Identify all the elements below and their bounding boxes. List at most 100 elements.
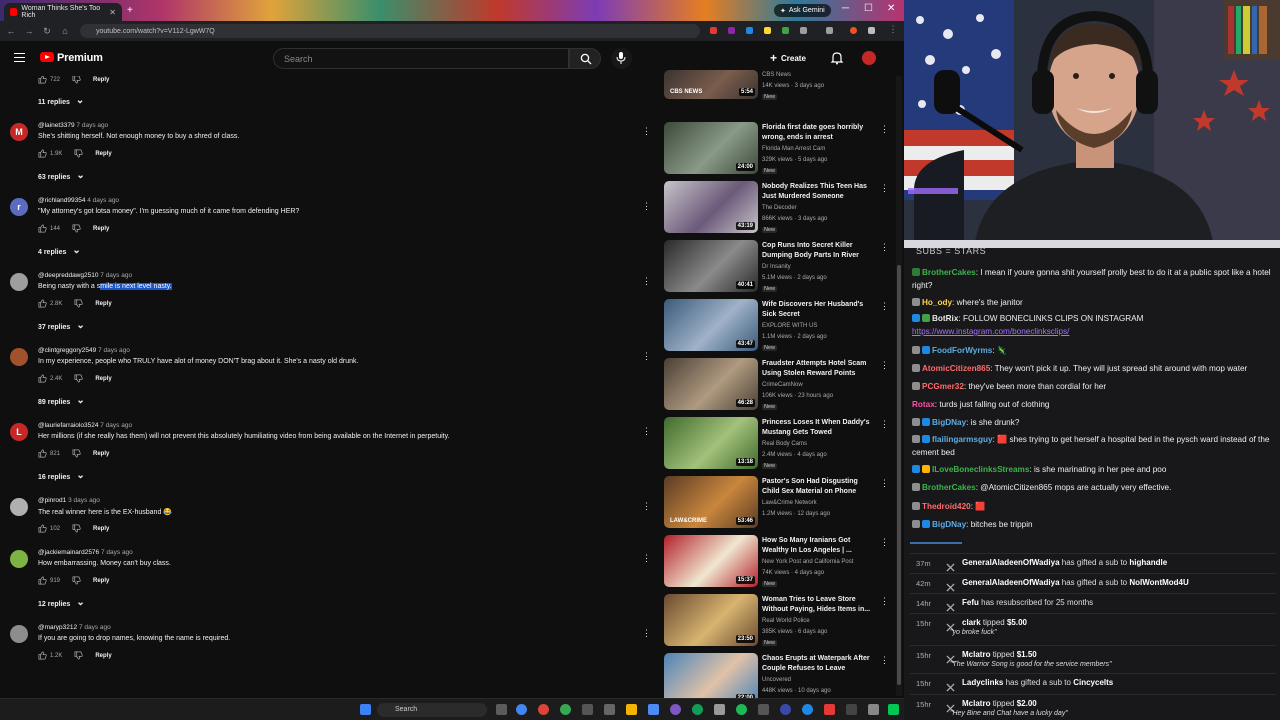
video-thumbnail[interactable]: 22:00 — [664, 653, 758, 698]
chat-username[interactable]: BrotherCakes — [922, 483, 976, 492]
youtube-brand[interactable]: Premium — [57, 52, 103, 64]
video-title[interactable]: Woman Tries to Leave Store Without Payin… — [762, 595, 876, 615]
video-title[interactable]: Fraudster Attempts Hotel Scam Using Stol… — [762, 359, 876, 379]
comment-author[interactable]: @deepreddawg2510 — [38, 272, 98, 279]
avatar[interactable]: L — [10, 423, 28, 441]
like-icon[interactable] — [38, 449, 47, 458]
reply-button[interactable]: Reply — [95, 376, 111, 382]
address-bar[interactable]: youtube.com/watch?v=V112-LgwW7Q — [80, 24, 700, 38]
event-user[interactable]: GeneralAladeenOfWadiya — [962, 558, 1060, 567]
dislike-icon[interactable] — [74, 299, 83, 308]
dislike-icon[interactable] — [72, 224, 81, 233]
related-video-card[interactable]: 24:00 Florida first date goes horribly wr… — [664, 122, 892, 178]
notifications-bell-icon[interactable] — [830, 51, 844, 65]
video-more-icon[interactable]: ⋮ — [880, 537, 889, 548]
chat-username[interactable]: FoodForWyrms — [932, 346, 992, 355]
video-more-icon[interactable]: ⋮ — [880, 360, 889, 371]
comment-more-icon[interactable]: ⋮ — [642, 553, 651, 564]
event-user[interactable]: Fefu — [962, 598, 979, 607]
related-video-card[interactable]: CBS NEWS 5:54 CBS News 14K views · 3 days a… — [664, 70, 892, 126]
extension-icon[interactable] — [746, 27, 753, 34]
event-user[interactable]: Mclatro — [962, 650, 990, 659]
video-thumbnail[interactable]: 43:47 — [664, 299, 758, 351]
related-video-card[interactable]: 22:00 Chaos Erupts at Waterpark After Cou… — [664, 653, 892, 698]
video-title[interactable]: Cop Runs Into Secret Killer Dumping Body… — [762, 241, 876, 261]
channel-name[interactable]: Law&Crime Network — [762, 500, 817, 506]
dislike-icon[interactable] — [72, 76, 81, 84]
extension-icon[interactable] — [782, 27, 789, 34]
like-icon[interactable] — [38, 651, 47, 660]
comment-author[interactable]: @lauriefarraiolo3524 — [38, 422, 98, 429]
forward-icon[interactable]: → — [22, 26, 36, 36]
comment-time[interactable]: 7 days ago — [100, 272, 132, 279]
like-icon[interactable] — [38, 76, 47, 84]
video-thumbnail[interactable]: 15:37 — [664, 535, 758, 587]
channel-name[interactable]: EXPLORE WITH US — [762, 323, 817, 329]
event-user[interactable]: clark — [962, 618, 981, 627]
like-icon[interactable] — [38, 224, 47, 233]
channel-name[interactable]: Florida Man Arrest Cam — [762, 146, 825, 152]
extension-icon[interactable] — [728, 27, 735, 34]
video-thumbnail[interactable]: CBS NEWS 5:54 — [664, 70, 758, 99]
youtube-logo-icon[interactable] — [40, 52, 54, 62]
related-video-card[interactable]: 40:41 Cop Runs Into Secret Killer Dumping… — [664, 240, 892, 296]
video-more-icon[interactable]: ⋮ — [880, 419, 889, 430]
video-title[interactable]: How So Many Iranians Got Wealthy In Los … — [762, 536, 876, 556]
comment-author[interactable]: @richland99354 — [38, 197, 85, 204]
comment-time[interactable]: 7 days ago — [79, 624, 111, 631]
comment-author[interactable]: @lainet3379 — [38, 122, 75, 129]
dislike-icon[interactable] — [72, 449, 81, 458]
task-view-icon[interactable] — [496, 704, 507, 715]
extension-icon[interactable] — [710, 27, 717, 34]
video-more-icon[interactable]: ⋮ — [880, 655, 889, 666]
spotify-icon[interactable] — [736, 704, 747, 715]
chat-username[interactable]: flailingarmsguy — [932, 435, 993, 444]
file-explorer-icon[interactable] — [626, 704, 637, 715]
channel-name[interactable]: The Decoder — [762, 205, 797, 211]
channel-name[interactable]: Real World Police — [762, 618, 810, 624]
app-icon[interactable] — [868, 704, 879, 715]
browser-icon[interactable] — [538, 704, 549, 715]
video-title[interactable]: Chaos Erupts at Waterpark After Couple R… — [762, 654, 876, 674]
back-icon[interactable]: ← — [4, 26, 18, 36]
app-icon[interactable] — [846, 704, 857, 715]
avatar[interactable]: M — [10, 123, 28, 141]
related-video-card[interactable]: 15:37 How So Many Iranians Got Wealthy In… — [664, 535, 892, 591]
app-icon[interactable] — [604, 704, 615, 715]
app-icon[interactable] — [802, 704, 813, 715]
like-icon[interactable] — [38, 524, 47, 533]
video-more-icon[interactable]: ⋮ — [880, 242, 889, 253]
video-title[interactable]: Nobody Realizes This Teen Has Just Murde… — [762, 182, 876, 202]
avatar[interactable] — [10, 625, 28, 643]
account-avatar[interactable] — [862, 51, 876, 65]
close-window-icon[interactable]: ✕ — [887, 3, 895, 14]
app-icon[interactable] — [714, 704, 725, 715]
video-thumbnail[interactable]: 23:50 — [664, 594, 758, 646]
related-video-card[interactable]: 43:47 Wife Discovers Her Husband's Sick S… — [664, 299, 892, 355]
show-replies-toggle[interactable]: 37 replies ⌄ — [38, 320, 85, 332]
comment-time[interactable]: 7 days ago — [76, 122, 108, 129]
app-icon[interactable] — [888, 704, 899, 715]
avatar[interactable] — [10, 273, 28, 291]
channel-name[interactable]: New York Post and California Post — [762, 559, 853, 565]
video-thumbnail[interactable]: 13:18 — [664, 417, 758, 469]
reply-button[interactable]: Reply — [93, 526, 109, 532]
reply-button[interactable]: Reply — [93, 578, 109, 584]
video-thumbnail[interactable]: 43:19 — [664, 181, 758, 233]
comment-author[interactable]: @maryp3212 — [38, 624, 77, 631]
extension-icon[interactable] — [800, 27, 807, 34]
ask-gemini-button[interactable]: ✦ Ask Gemini — [774, 4, 831, 17]
search-button[interactable] — [569, 48, 601, 69]
video-title[interactable]: Pastor's Son Had Disgusting Child Sex Ma… — [762, 477, 876, 497]
show-replies-toggle[interactable]: 12 replies ⌄ — [38, 597, 85, 609]
extension-icon[interactable] — [764, 27, 771, 34]
like-icon[interactable] — [38, 299, 47, 308]
avatar[interactable] — [10, 550, 28, 568]
new-tab-icon[interactable]: + — [127, 5, 133, 16]
comment-time[interactable]: 7 days ago — [100, 422, 132, 429]
chat-username[interactable]: Rotax — [912, 400, 935, 409]
app-icon[interactable] — [560, 704, 571, 715]
dislike-icon[interactable] — [72, 524, 81, 533]
tab-youtube[interactable]: Woman Thinks She's Too Rich ✕ — [4, 3, 122, 21]
video-thumbnail[interactable]: LAW&CRIME 53:46 — [664, 476, 758, 528]
